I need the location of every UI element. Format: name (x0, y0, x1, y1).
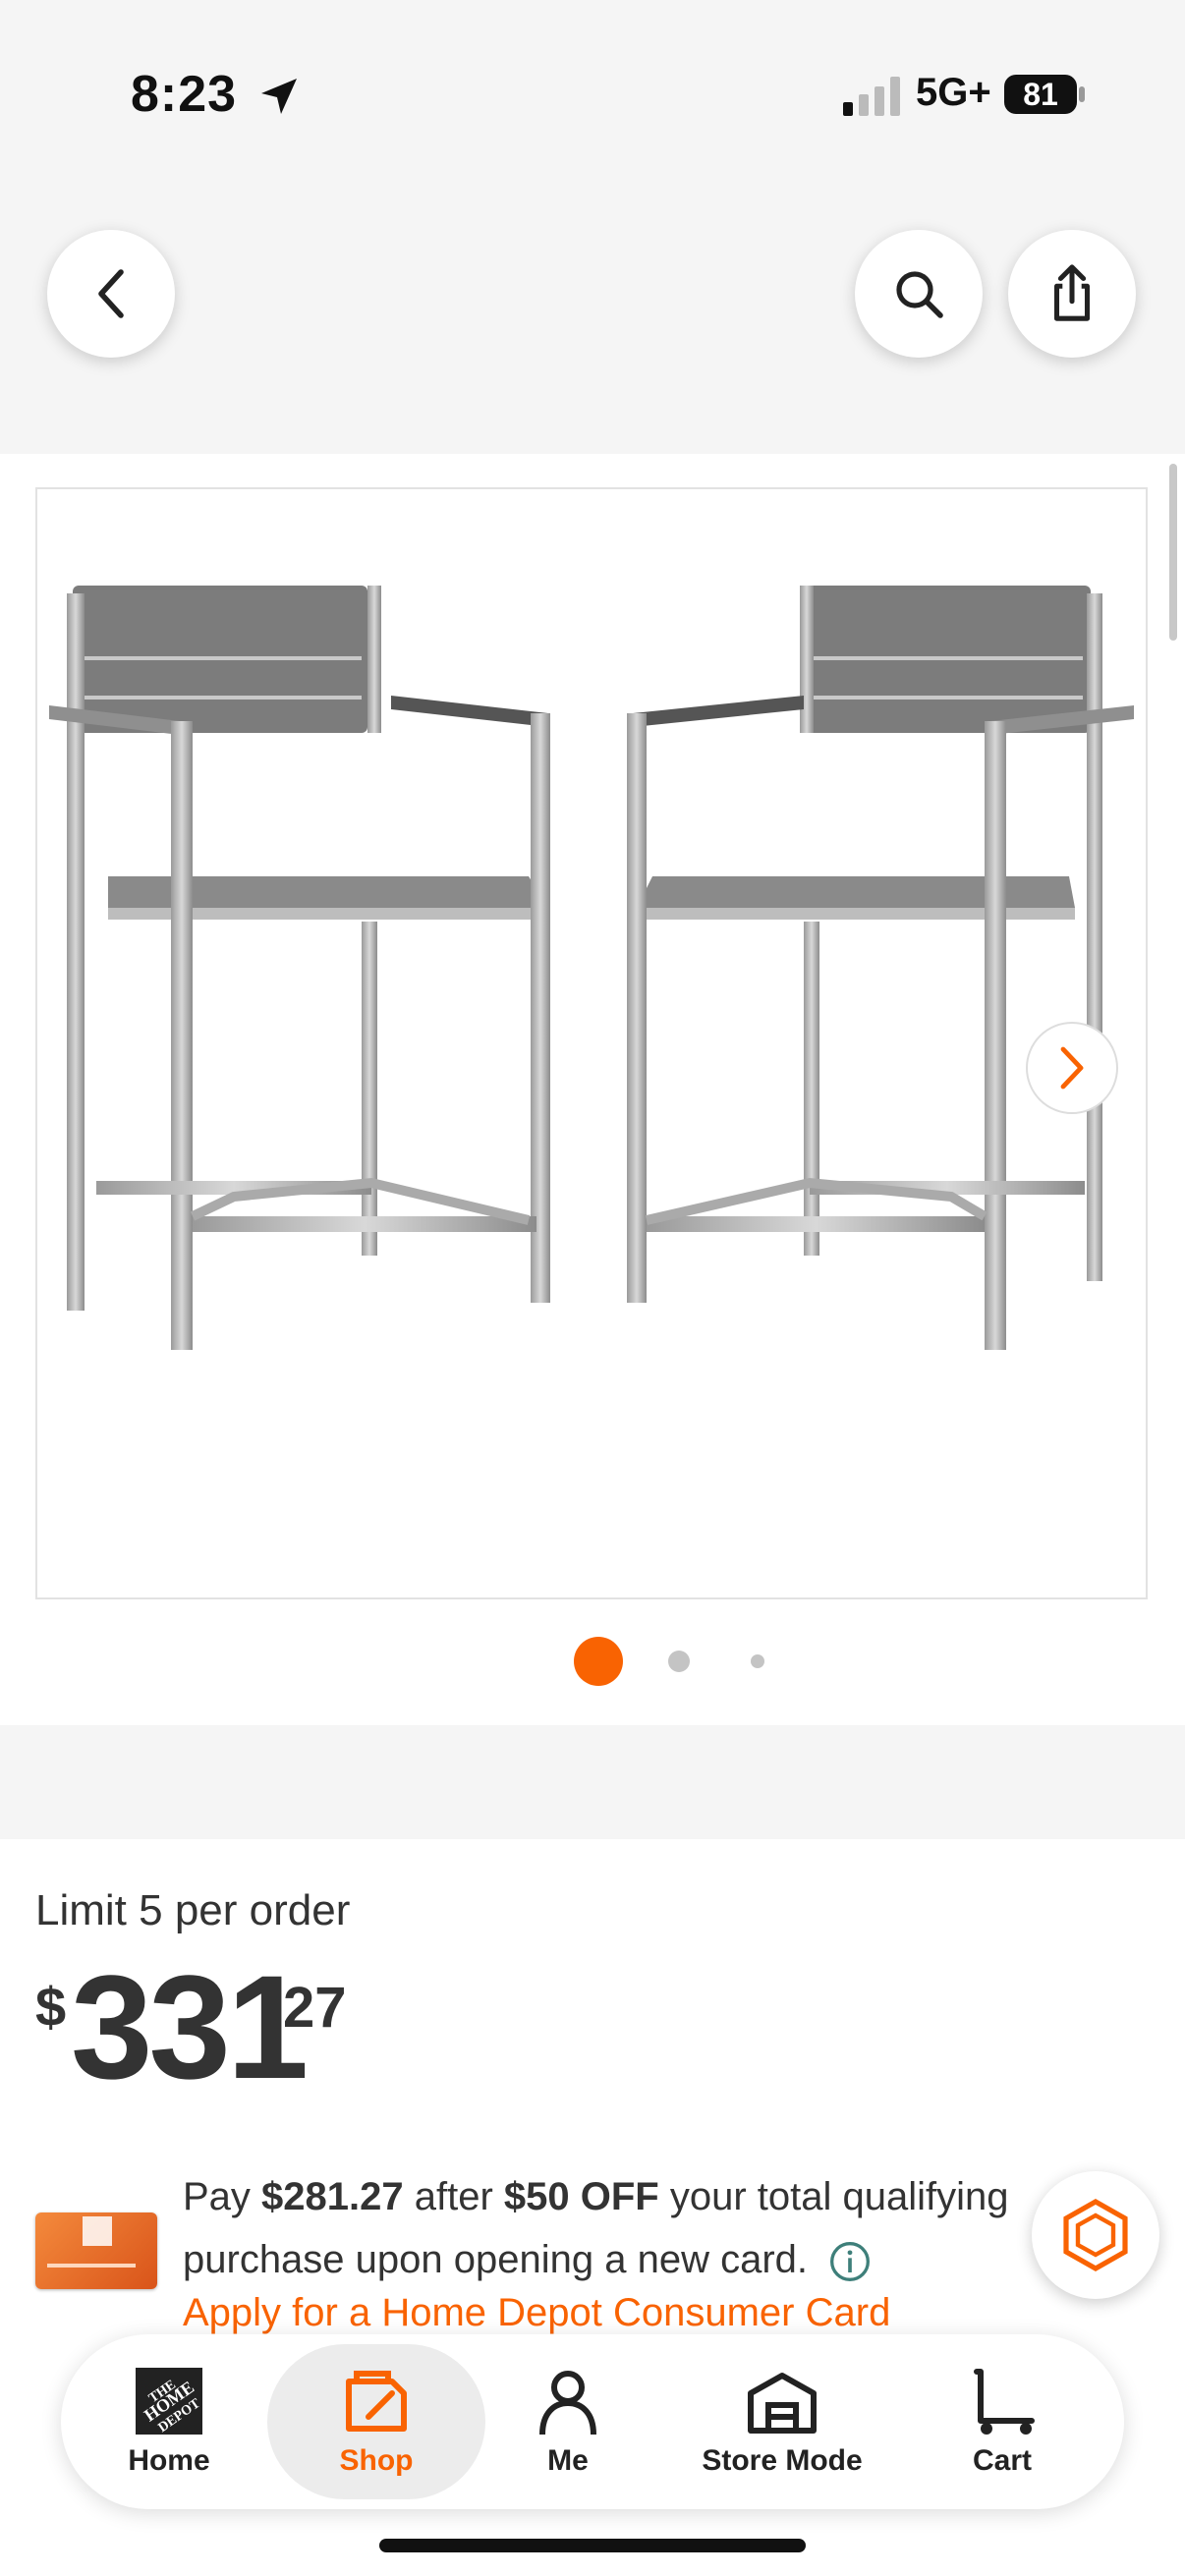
bottom-nav: THE HOME DEPOT Home Shop Me Store Mode C… (61, 2334, 1124, 2509)
nav-shop-label: Shop (339, 2444, 414, 2477)
hexagon-assistant-icon (1063, 2199, 1128, 2271)
promo-off: $50 OFF (503, 2175, 659, 2218)
apply-card-link[interactable]: Apply for a Home Depot Consumer Card (183, 2291, 890, 2335)
price-symbol: $ (35, 1976, 67, 2038)
shop-tag-icon (346, 2371, 407, 2432)
credit-card-image (35, 2212, 157, 2289)
nav-me-label: Me (547, 2444, 589, 2477)
product-image[interactable] (35, 487, 1148, 1599)
nav-store-mode[interactable]: Store Mode (668, 2344, 896, 2499)
nav-cart[interactable]: Cart (933, 2344, 1071, 2499)
promo-amount: $281.27 (261, 2175, 404, 2218)
back-button[interactable] (47, 230, 175, 358)
nav-home-label: Home (128, 2444, 210, 2477)
price-dollars: 331 (71, 1944, 309, 2109)
home-depot-logo-icon: THE HOME DEPOT (136, 2368, 203, 2436)
location-arrow-icon (261, 79, 297, 114)
carousel-dot-2[interactable] (668, 1651, 690, 1672)
status-time: 8:23 (131, 66, 238, 123)
price-cents: 27 (283, 1976, 347, 2040)
nav-store-mode-label: Store Mode (702, 2444, 863, 2477)
chat-assistant-button[interactable] (1032, 2171, 1159, 2299)
search-icon (896, 271, 943, 318)
promo-line2: purchase upon opening a new card. (183, 2238, 809, 2281)
bar-stools-image (49, 586, 1134, 1350)
person-icon (539, 2371, 596, 2436)
store-icon (748, 2373, 817, 2434)
nav-cart-label: Cart (972, 2444, 1032, 2477)
carousel-dot-3[interactable] (751, 1654, 764, 1668)
nav-shop[interactable]: Shop (267, 2344, 485, 2499)
promo-pay: Pay (183, 2175, 262, 2218)
card-number-stripe (47, 2264, 136, 2268)
next-image-button[interactable] (1026, 1022, 1118, 1114)
signal-icon (843, 77, 900, 116)
info-icon[interactable] (828, 2240, 872, 2283)
carousel-dot-1[interactable] (574, 1637, 623, 1686)
nav-me[interactable]: Me (513, 2344, 623, 2499)
limit-text: Limit 5 per order (35, 1886, 351, 1934)
home-indicator[interactable] (379, 2539, 806, 2552)
scrollbar[interactable] (1169, 464, 1177, 641)
battery-icon: 81 (1004, 73, 1087, 116)
share-icon (1053, 264, 1091, 321)
search-button[interactable] (855, 230, 983, 358)
promo-after: after (403, 2175, 504, 2218)
cart-icon (974, 2369, 1035, 2435)
nav-home[interactable]: THE HOME DEPOT Home (96, 2344, 242, 2499)
chevron-left-icon (98, 269, 124, 318)
home-depot-logo-icon (83, 2216, 112, 2246)
share-button[interactable] (1008, 230, 1136, 358)
promo-text: Pay $281.27 after $50 OFF your total qua… (183, 2165, 1047, 2291)
network-label: 5G+ (916, 71, 991, 114)
battery-level: 81 (1023, 77, 1058, 112)
chevron-right-icon (1060, 1046, 1084, 1090)
promo-rest: your total qualifying (658, 2175, 1009, 2218)
